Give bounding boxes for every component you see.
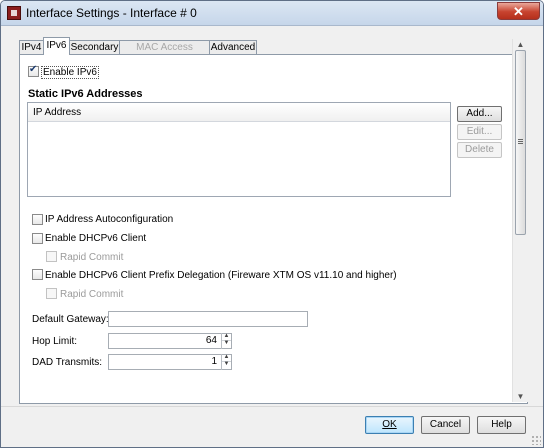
ipv6-address-list[interactable]: IP Address bbox=[27, 102, 451, 197]
scroll-down-arrow-icon[interactable]: ▼ bbox=[515, 391, 526, 402]
hop-limit-value: 64 bbox=[205, 335, 217, 346]
enable-ipv6-checkbox[interactable] bbox=[28, 64, 39, 77]
static-ipv6-title: Static IPv6 Addresses bbox=[28, 88, 143, 100]
enable-ipv6-label[interactable]: Enable IPv6 bbox=[41, 66, 99, 79]
grip-icon bbox=[518, 139, 523, 140]
dad-transmits-value: 1 bbox=[211, 356, 217, 367]
dhcpv6-client-checkbox[interactable] bbox=[32, 233, 43, 244]
column-header-ip-address[interactable]: IP Address bbox=[28, 103, 450, 122]
scroll-up-arrow-icon[interactable]: ▲ bbox=[515, 39, 526, 50]
prefix-delegation-checkbox[interactable] bbox=[32, 269, 43, 280]
spin-down-icon[interactable]: ▼ bbox=[222, 361, 231, 368]
tab-secondary[interactable]: Secondary bbox=[69, 40, 120, 54]
scroll-thumb[interactable] bbox=[515, 50, 526, 235]
dhcpv6-client-label[interactable]: Enable DHCPv6 Client bbox=[45, 233, 146, 244]
rapid-commit-2-label: Rapid Commit bbox=[60, 289, 124, 300]
hop-limit-label: Hop Limit: bbox=[32, 336, 78, 347]
app-icon bbox=[7, 6, 21, 20]
window-title: Interface Settings - Interface # 0 bbox=[26, 6, 197, 20]
autoconf-label[interactable]: IP Address Autoconfiguration bbox=[45, 214, 173, 225]
prefix-delegation-label[interactable]: Enable DHCPv6 Client Prefix Delegation (… bbox=[45, 270, 397, 281]
hop-limit-input[interactable]: 64 bbox=[108, 333, 232, 349]
rapid-commit-1-label: Rapid Commit bbox=[60, 252, 124, 263]
tab-ipv6[interactable]: IPv6 bbox=[43, 37, 70, 55]
interface-settings-dialog: Interface Settings - Interface # 0 ✕ IPv… bbox=[0, 0, 544, 448]
autoconf-checkbox[interactable] bbox=[32, 214, 43, 225]
tab-ipv4[interactable]: IPv4 bbox=[19, 40, 44, 54]
default-gateway-input[interactable] bbox=[108, 311, 308, 327]
dad-transmits-input[interactable]: 1 bbox=[108, 354, 232, 370]
delete-button: Delete bbox=[457, 142, 502, 158]
default-gateway-label: Default Gateway: bbox=[32, 314, 109, 325]
add-button[interactable]: Add... bbox=[457, 106, 502, 122]
vertical-scrollbar[interactable]: ▲ ▼ bbox=[512, 39, 528, 402]
rapid-commit-1-checkbox bbox=[46, 251, 57, 262]
tab-advanced[interactable]: Advanced bbox=[209, 40, 257, 54]
rapid-commit-2-checkbox bbox=[46, 288, 57, 299]
dad-transmits-stepper[interactable]: ▲ ▼ bbox=[221, 354, 231, 370]
footer-divider bbox=[1, 406, 543, 407]
edit-button: Edit... bbox=[457, 124, 502, 140]
ok-button[interactable]: OK bbox=[365, 416, 414, 434]
resize-grip-icon[interactable] bbox=[531, 435, 541, 445]
spin-down-icon[interactable]: ▼ bbox=[222, 340, 231, 347]
close-button[interactable]: ✕ bbox=[497, 2, 540, 20]
tab-mac-access-control: MAC Access Control bbox=[119, 40, 210, 66]
title-bar: Interface Settings - Interface # 0 ✕ bbox=[1, 1, 543, 26]
dad-transmits-label: DAD Transmits: bbox=[32, 357, 103, 368]
cancel-button[interactable]: Cancel bbox=[421, 416, 470, 434]
hop-limit-stepper[interactable]: ▲ ▼ bbox=[221, 333, 231, 349]
close-icon: ✕ bbox=[513, 4, 524, 19]
help-button[interactable]: Help bbox=[477, 416, 526, 434]
